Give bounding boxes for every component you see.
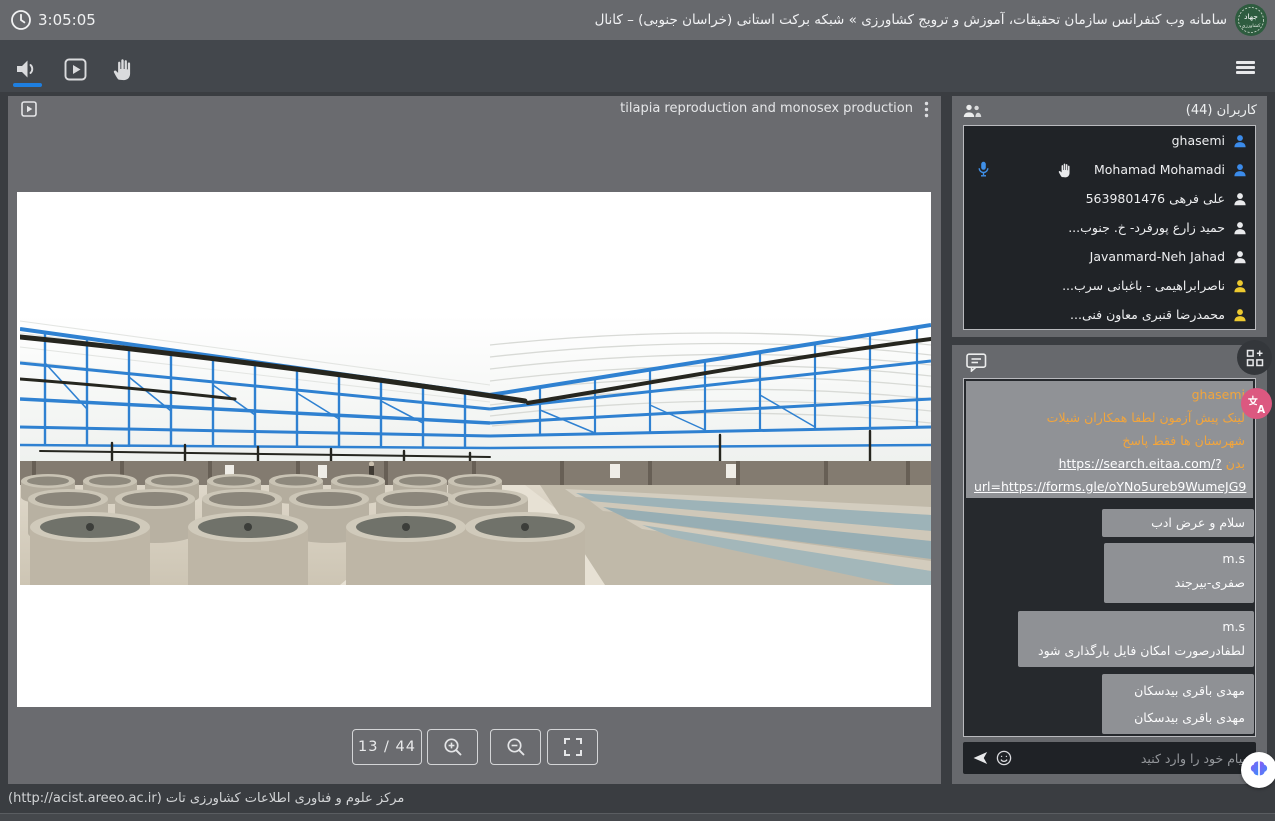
- clock-icon: [10, 9, 32, 31]
- chat-pod: ghasemi لینک پیش آزمون لطفا همکاران شیلا…: [952, 345, 1267, 784]
- emoji-icon[interactable]: [996, 750, 1012, 766]
- attendee-name: محمدرضا قنبری معاون فنی...: [1070, 300, 1225, 329]
- person-icon: [1233, 279, 1247, 293]
- person-icon: [1233, 250, 1247, 264]
- layout-add-icon: [1246, 349, 1264, 367]
- chat-message-text: سلام و عرض ادب: [1111, 511, 1245, 535]
- person-icon: [1233, 134, 1247, 148]
- toolbar: [0, 40, 1275, 92]
- attendee-name: علی فرهی 5639801476: [1086, 184, 1225, 213]
- attendee-row[interactable]: Javanmard-Neh Jahad: [964, 242, 1255, 271]
- svg-text:کشاورزی: کشاورزی: [1242, 23, 1261, 29]
- chat-announcement-line: بدن https://search.eitaa.com/?: [974, 452, 1245, 475]
- attendees-list: ghasemi Mohamad Mohamadi علی فرهی 563980…: [963, 125, 1256, 330]
- footer-credit: مرکز علوم و فناوری اطلاعات کشاورزی تات (…: [8, 786, 404, 812]
- zoom-out-icon: [505, 736, 527, 758]
- chat-icon: [966, 353, 987, 371]
- chat-message-text: مهدی باقری بیدسکان: [1111, 704, 1245, 731]
- attendees-title: کاربران (44): [1186, 96, 1257, 125]
- zoom-in-button[interactable]: [427, 729, 478, 765]
- assistant-brain-button[interactable]: [1241, 752, 1275, 788]
- attendee-row[interactable]: ghasemi: [964, 126, 1255, 155]
- raise-hand-button[interactable]: [108, 55, 136, 83]
- media-play-button[interactable]: [61, 55, 89, 83]
- attendees-pod: کاربران (44) ghasemi Mohamad Mohamadi عل…: [952, 96, 1267, 337]
- chat-message-input[interactable]: [1026, 742, 1256, 774]
- chat-message-sender: m.s: [1027, 615, 1245, 639]
- menu-button[interactable]: [1236, 61, 1255, 74]
- attendee-name: ghasemi: [1172, 126, 1225, 155]
- translate-button[interactable]: A: [1241, 388, 1272, 419]
- play-icon: [64, 58, 87, 81]
- person-icon: [1233, 192, 1247, 206]
- speaker-icon: [15, 57, 39, 81]
- slide-title: tilapia reproduction and monosex product…: [620, 96, 913, 122]
- person-icon: [1233, 163, 1247, 177]
- pod-play-icon[interactable]: [21, 101, 37, 117]
- attendee-name: Javanmard-Neh Jahad: [1090, 242, 1225, 271]
- attendee-row[interactable]: ناصرابراهیمی - باغبانی سرب...: [964, 271, 1255, 300]
- attendee-name: حمید زارع پورفرد- خ. جنوب...: [1068, 213, 1225, 242]
- presentation-pod: tilapia reproduction and monosex product…: [8, 96, 941, 784]
- attendee-name: ناصرابراهیمی - باغبانی سرب...: [1062, 271, 1225, 300]
- page-indicator[interactable]: 13 / 44: [352, 729, 422, 765]
- attendee-row[interactable]: Mohamad Mohamadi: [964, 155, 1255, 184]
- bottom-strip: [0, 814, 1275, 821]
- slide-canvas: [17, 192, 931, 707]
- chat-announcement-line: لینک پیش آزمون لطفا همکاران شیلات: [974, 406, 1245, 429]
- chat-announcement-line: شهرستان ها فقط پاسخ: [974, 429, 1245, 452]
- attendee-row[interactable]: محمدرضا قنبری معاون فنی...: [964, 300, 1255, 329]
- chat-announcement-url: url=https://forms.gle/oYNo5ureb9WumeJG9: [974, 475, 1245, 498]
- person-icon: [1233, 221, 1247, 235]
- chat-link[interactable]: https://search.eitaa.com/?: [1059, 456, 1222, 471]
- attendees-icon: [962, 104, 982, 118]
- hand-raised-icon: [1057, 162, 1072, 178]
- translate-icon: A: [1245, 392, 1269, 416]
- chat-message-text: لطفادرصورت امکان فایل بارگذاری شود: [1027, 639, 1245, 663]
- zoom-out-button[interactable]: [490, 729, 541, 765]
- session-timer: 3:05:05: [38, 0, 96, 40]
- svg-text:جهاد: جهاد: [1244, 12, 1258, 21]
- attendee-row[interactable]: حمید زارع پورفرد- خ. جنوب...: [964, 213, 1255, 242]
- chat-input-bar: [963, 742, 1256, 774]
- aquaculture-facility-photo: [20, 315, 931, 585]
- microphone-icon: [977, 161, 990, 178]
- presentation-header: tilapia reproduction and monosex product…: [8, 96, 941, 122]
- audio-button[interactable]: [13, 55, 41, 83]
- chat-message: سلام و عرض ادب: [1102, 509, 1254, 537]
- send-message-icon[interactable]: [971, 750, 988, 766]
- chat-message: m.s صفری-بیرجند: [1104, 543, 1254, 603]
- pod-options-button[interactable]: [919, 101, 933, 117]
- brain-icon: [1247, 758, 1271, 782]
- zoom-in-icon: [442, 736, 464, 758]
- fullscreen-button[interactable]: [547, 729, 598, 765]
- layout-add-button[interactable]: [1237, 340, 1272, 375]
- organization-logo: جهاد کشاورزی: [1234, 3, 1268, 37]
- chat-announcement: ghasemi لینک پیش آزمون لطفا همکاران شیلا…: [966, 381, 1253, 498]
- slide-controls: 13 / 44: [8, 729, 941, 765]
- attendee-name: Mohamad Mohamadi: [1094, 155, 1225, 184]
- active-tool-indicator: [13, 83, 42, 87]
- chat-link[interactable]: url=https://forms.gle/oYNo5ureb9WumeJG9: [974, 479, 1246, 494]
- chat-message-text: صفری-بیرجند: [1113, 571, 1245, 595]
- topbar: 3:05:05 سامانه وب کنفرانس سازمان تحقیقات…: [0, 0, 1275, 40]
- chat-message-sender: m.s: [1113, 547, 1245, 571]
- chat-message-text: مهدی باقری بیدسکان: [1111, 677, 1245, 704]
- chat-message: m.s لطفادرصورت امکان فایل بارگذاری شود: [1018, 611, 1254, 667]
- fullscreen-icon: [563, 737, 583, 757]
- conference-title: سامانه وب کنفرانس سازمان تحقیقات، آموزش …: [595, 0, 1227, 40]
- attendee-row[interactable]: علی فرهی 5639801476: [964, 184, 1255, 213]
- chat-sender-name: ghasemi: [974, 383, 1245, 406]
- raise-hand-icon: [111, 57, 134, 81]
- person-icon: [1233, 308, 1247, 322]
- chat-message-list: ghasemi لینک پیش آزمون لطفا همکاران شیلا…: [963, 378, 1256, 737]
- chat-message: مهدی باقری بیدسکان مهدی باقری بیدسکان: [1102, 674, 1254, 734]
- svg-text:A: A: [1257, 404, 1265, 415]
- webconference-app: 3:05:05 سامانه وب کنفرانس سازمان تحقیقات…: [0, 0, 1275, 821]
